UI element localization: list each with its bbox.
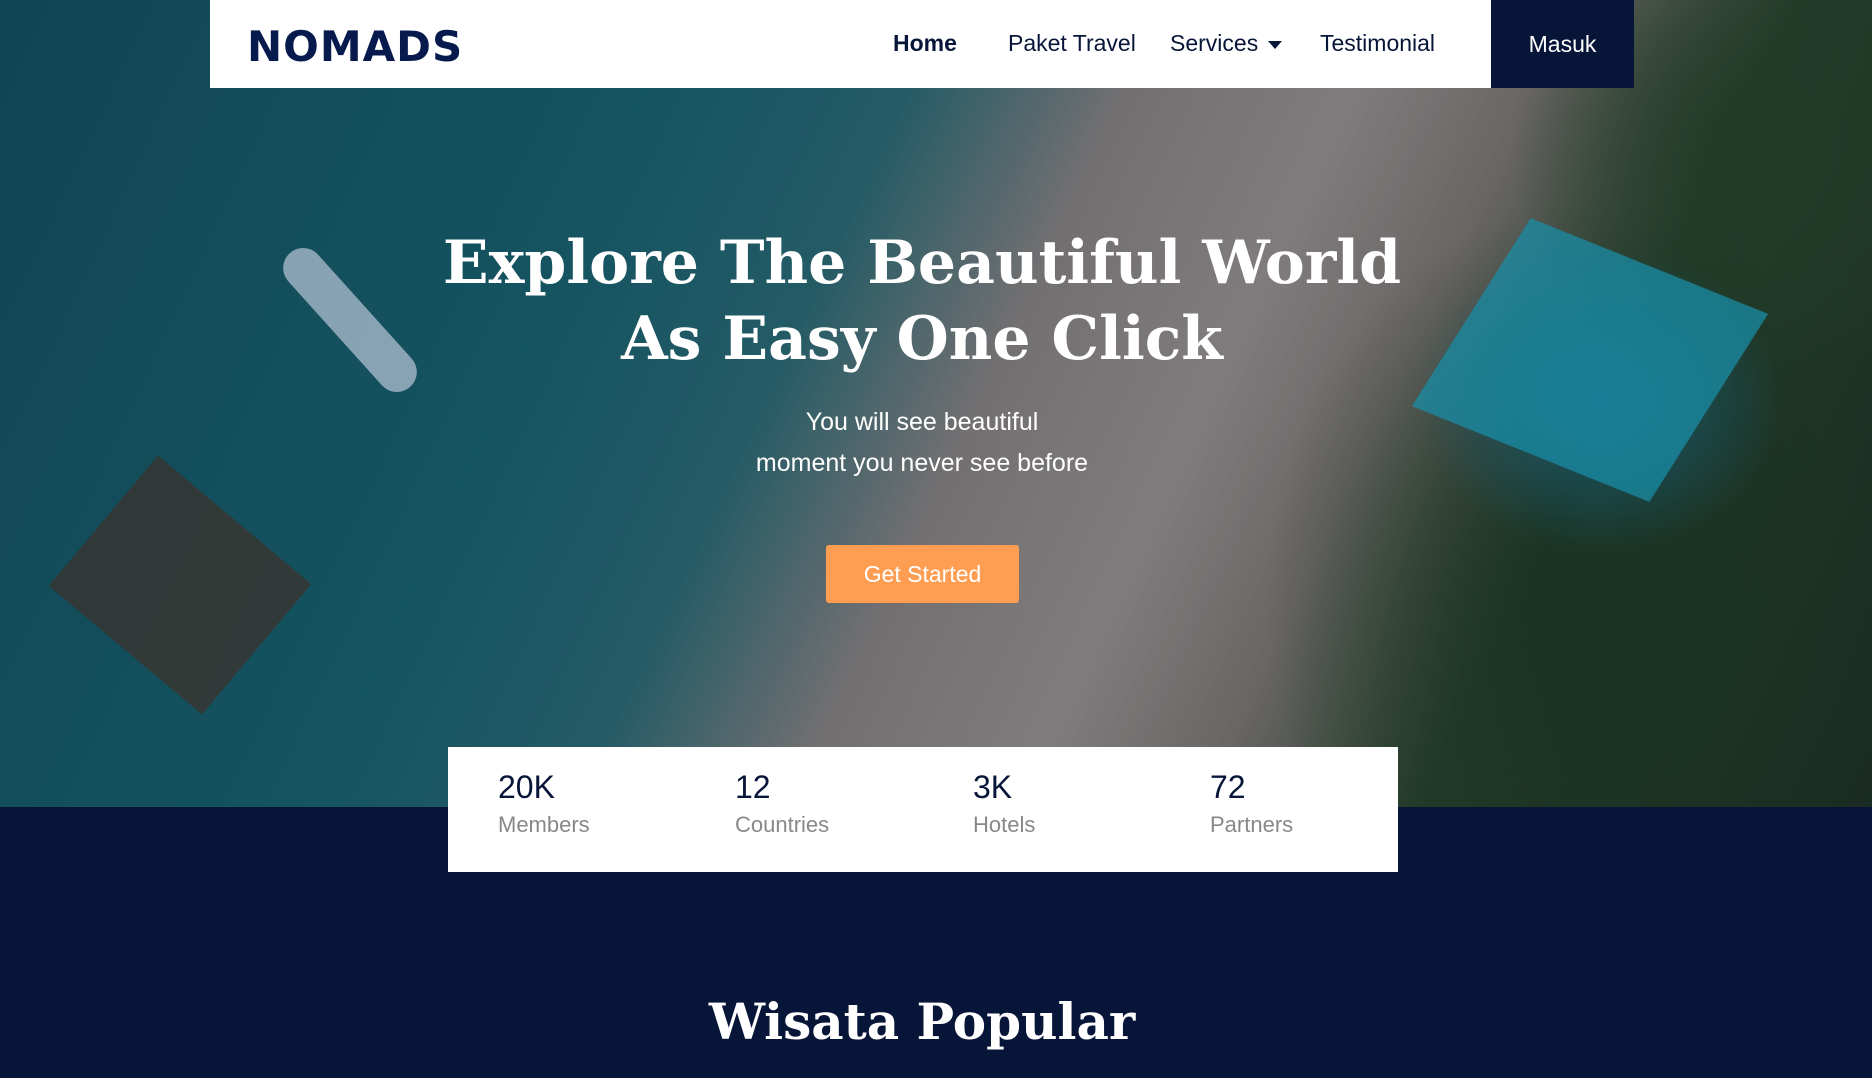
stat-members: 20K Members [498,769,590,838]
hero-title-line1: Explore The Beautiful World [442,228,1402,298]
get-started-button[interactable]: Get Started [826,545,1019,603]
stat-label: Members [498,812,590,837]
stat-value: 20K [498,769,555,805]
stat-partners: 72 Partners [1210,769,1293,838]
stat-countries: 12 Countries [735,769,829,838]
logo[interactable]: NOMADS [247,22,463,71]
nav-services-label: Services [1170,30,1259,56]
stat-label: Partners [1210,812,1294,837]
login-button[interactable]: Masuk [1491,0,1634,88]
stats-panel: 20K Members 12 Countries 3K Hotels 72 Partne… [448,747,1398,872]
hero-title-line2: As Easy One Click [621,304,1223,374]
stat-value: 3K [973,769,1013,805]
stat-value: 12 [735,769,771,805]
stat-label: Countries [735,812,830,837]
hero-subtitle: You will see beautiful moment you never s… [0,402,1844,484]
section-title: Wisata Popular [708,992,1136,1051]
hero-title: Explore The Beautiful World As Easy One C… [0,225,1844,377]
pier-image [48,455,312,715]
hero-subtitle-line2: moment you never see before [755,449,1089,477]
nav-services[interactable]: Services [1170,30,1283,57]
nav-paket-travel[interactable]: Paket Travel [1008,30,1136,57]
nav-home[interactable]: Home [893,30,957,57]
nav-testimonial[interactable]: Testimonial [1320,30,1435,57]
stat-label: Hotels [973,812,1036,837]
navbar: NOMADS Home Paket Travel Services Testim… [210,0,1491,88]
stat-value: 72 [1210,769,1246,805]
stat-hotels: 3K Hotels [973,769,1035,838]
caret-down-icon [1268,40,1283,49]
hero-subtitle-line1: You will see beautiful [805,408,1039,436]
